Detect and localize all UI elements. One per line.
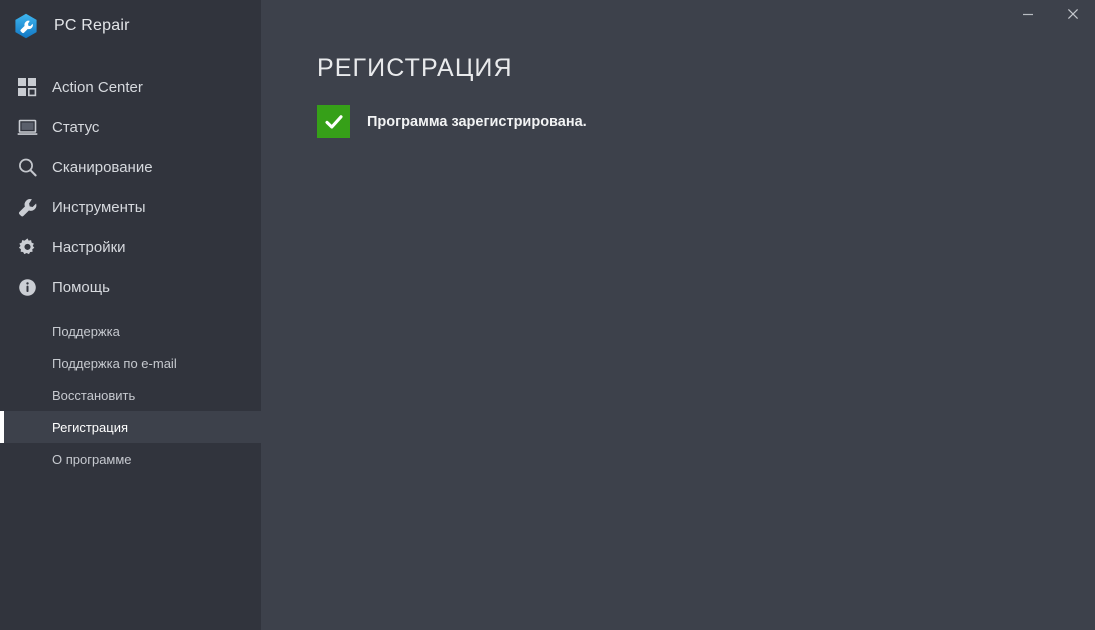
search-icon	[16, 156, 38, 178]
minimize-icon	[1022, 13, 1033, 16]
page-title: РЕГИСТРАЦИЯ	[317, 54, 513, 82]
sidebar-item-tools[interactable]: Инструменты	[0, 187, 261, 227]
checkmark-icon	[324, 114, 343, 129]
brand: PC Repair	[0, 0, 261, 52]
grid-squares-icon	[16, 76, 38, 98]
sidebar-subnav: Поддержка Поддержка по e-mail Восстанови…	[0, 315, 261, 475]
sidebar-item-label: Настройки	[52, 238, 126, 256]
status-badge	[317, 105, 350, 138]
sidebar-item-label: Помощь	[52, 278, 110, 296]
registration-status: Программа зарегистрирована.	[317, 105, 587, 138]
minimize-button[interactable]	[1005, 0, 1050, 28]
sidebar-subitem-about[interactable]: О программе	[0, 443, 261, 475]
sidebar-subitem-email-support[interactable]: Поддержка по e-mail	[0, 347, 261, 379]
close-button[interactable]	[1050, 0, 1095, 28]
sidebar-nav: Action Center Статус Сканирование Инстру…	[0, 67, 261, 307]
sidebar-subitem-support[interactable]: Поддержка	[0, 315, 261, 347]
close-icon	[1067, 8, 1078, 20]
app-title: PC Repair	[54, 17, 130, 34]
sidebar-item-label: Action Center	[52, 78, 143, 96]
app-window: PC Repair Action Center Статус Сканирова…	[0, 0, 1095, 630]
gear-icon	[16, 236, 38, 258]
sidebar-subitem-registration[interactable]: Регистрация	[0, 411, 261, 443]
sidebar-item-label: Инструменты	[52, 198, 146, 216]
info-circle-icon	[16, 276, 38, 298]
monitor-icon	[16, 116, 38, 138]
window-controls	[1005, 0, 1095, 30]
sidebar-item-settings[interactable]: Настройки	[0, 227, 261, 267]
sidebar-item-label: Статус	[52, 118, 100, 136]
sidebar-item-status[interactable]: Статус	[0, 107, 261, 147]
sidebar: PC Repair Action Center Статус Сканирова…	[0, 0, 261, 630]
sidebar-item-scan[interactable]: Сканирование	[0, 147, 261, 187]
sidebar-item-label: Сканирование	[52, 158, 153, 176]
main-content: РЕГИСТРАЦИЯ Программа зарегистрирована.	[261, 0, 1095, 630]
sidebar-item-action-center[interactable]: Action Center	[0, 67, 261, 107]
status-text: Программа зарегистрирована.	[367, 113, 587, 130]
sidebar-subitem-restore[interactable]: Восстановить	[0, 379, 261, 411]
sidebar-item-help[interactable]: Помощь	[0, 267, 261, 307]
wrench-icon	[16, 196, 38, 218]
hexagon-wrench-logo	[15, 13, 37, 39]
